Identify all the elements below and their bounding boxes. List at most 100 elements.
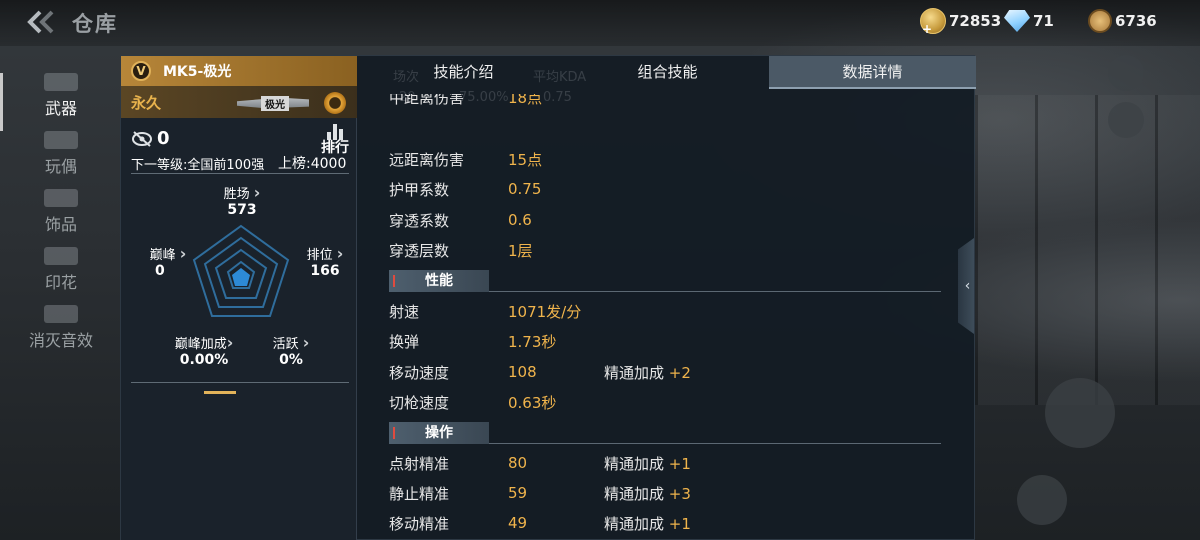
mastery-value: +1 bbox=[668, 514, 691, 533]
bar-chart-icon bbox=[319, 124, 351, 140]
mastery-label: 精通加成 bbox=[604, 454, 665, 473]
weapon-name: MK5-极光 bbox=[163, 64, 232, 80]
background-settings-button bbox=[1108, 55, 1144, 91]
category-label: 印花 bbox=[44, 273, 77, 292]
detail-value: 59 bbox=[508, 484, 528, 502]
detail-row: 射速 1071发/分 bbox=[389, 301, 604, 321]
weapon-detail-dialog: V MK5-极光 永久 极光 0 排行 下一等级:全国前100强 上榜:4000… bbox=[120, 55, 976, 540]
chevron-right-icon: › bbox=[336, 244, 344, 263]
detail-value: 15点 bbox=[508, 150, 543, 169]
page-indicator bbox=[204, 391, 236, 394]
stat-activity[interactable]: 活跃 › 0% bbox=[261, 333, 321, 368]
leaderboard-threshold: 上榜:4000 bbox=[278, 156, 347, 172]
detail-label: 静止精准 bbox=[389, 484, 450, 503]
tab-skill-intro[interactable]: 技能介绍 bbox=[361, 56, 566, 89]
detail-value: 0.63秒 bbox=[508, 393, 557, 412]
stat-value: 0.00% bbox=[179, 352, 229, 368]
active-indicator bbox=[0, 73, 3, 131]
collapse-panel-button[interactable]: ‹ bbox=[958, 238, 974, 334]
divider bbox=[131, 382, 349, 383]
mastery-bonus: 精通加成 +1 bbox=[604, 513, 691, 534]
stat-label: 巅峰加成 bbox=[174, 337, 227, 352]
mastery-label: 精通加成 bbox=[604, 514, 665, 533]
category-item-stickers[interactable]: 印花 bbox=[10, 247, 112, 293]
section-header-operation: 操作 bbox=[389, 422, 941, 444]
detail-row: 护甲系数 0.75 bbox=[389, 179, 604, 199]
sticker-icon bbox=[44, 247, 78, 265]
detail-label: 穿透系数 bbox=[389, 211, 450, 230]
diamond-currency[interactable]: 71 bbox=[1004, 8, 1054, 34]
background-reload-button bbox=[1017, 475, 1067, 525]
medal-currency[interactable]: 6736 bbox=[1088, 8, 1157, 34]
rifle-icon bbox=[44, 73, 78, 91]
stat-peak-bonus[interactable]: 巅峰加成› 0.00% bbox=[169, 333, 239, 368]
section-header-performance: 性能 bbox=[389, 270, 941, 292]
ornament-icon bbox=[44, 189, 78, 207]
detail-row: 静止精准 59 精通加成 +3 bbox=[389, 483, 691, 503]
stat-peak[interactable]: 巅峰 › 0 bbox=[143, 244, 193, 279]
gold-amount: 72853 bbox=[949, 12, 1002, 30]
stat-value: 166 bbox=[310, 263, 340, 279]
mastery-value: +1 bbox=[668, 454, 691, 473]
detail-value: 0.75 bbox=[508, 180, 542, 198]
detail-value: 49 bbox=[508, 514, 528, 532]
category-item-dolls[interactable]: 玩偶 bbox=[10, 131, 112, 177]
detail-label: 远距离伤害 bbox=[389, 150, 465, 169]
detail-label: 护甲系数 bbox=[389, 180, 450, 199]
detail-row: 中距离伤害 18点 bbox=[389, 94, 604, 107]
detail-label: 穿透层数 bbox=[389, 241, 450, 260]
stat-rank[interactable]: 排位 › 166 bbox=[297, 244, 353, 279]
detail-row: 移动精准 49 精通加成 +1 bbox=[389, 513, 691, 533]
stat-label: 活跃 bbox=[272, 337, 299, 352]
detail-row: 穿透层数 1层 bbox=[389, 240, 604, 260]
gold-medal-icon[interactable] bbox=[324, 92, 346, 114]
stat-value: 0% bbox=[279, 352, 303, 368]
gun-skin-tag: 极光 bbox=[261, 96, 289, 111]
chevron-right-icon: › bbox=[226, 333, 234, 352]
leaderboard-button[interactable]: 排行 bbox=[319, 124, 351, 156]
background-1p-button bbox=[1108, 102, 1144, 138]
detail-value: 108 bbox=[508, 363, 537, 381]
detail-value: 80 bbox=[508, 454, 528, 472]
background-target-area bbox=[975, 95, 1200, 405]
stat-label: 排位 bbox=[306, 248, 333, 263]
detail-value: 18点 bbox=[508, 94, 543, 107]
v-badge-icon: V bbox=[131, 61, 151, 81]
stat-value: 0 bbox=[155, 263, 165, 279]
chevron-right-icon: › bbox=[302, 333, 310, 352]
category-label: 饰品 bbox=[44, 215, 77, 234]
category-item-kill-sounds[interactable]: 消灭音效 bbox=[10, 305, 112, 351]
chevron-right-icon: › bbox=[253, 183, 261, 202]
category-item-weapons[interactable]: 武器 bbox=[0, 73, 112, 131]
data-details-panel[interactable]: 中距离伤害 18点 远距离伤害 15点 护甲系数 0.75 穿透系数 0.6 穿… bbox=[361, 94, 976, 540]
stat-label: 巅峰 bbox=[149, 248, 176, 263]
section-title: 性能 bbox=[389, 270, 489, 292]
detail-row: 远距离伤害 15点 bbox=[389, 149, 604, 169]
next-tier-text: 下一等级:全国前100强 bbox=[131, 158, 265, 173]
mastery-bonus: 精通加成 +2 bbox=[604, 362, 691, 383]
category-item-ornaments[interactable]: 饰品 bbox=[10, 189, 112, 235]
mastery-bonus: 精通加成 +1 bbox=[604, 453, 691, 474]
section-title: 操作 bbox=[389, 422, 489, 444]
detail-row: 换弹 1.73秒 bbox=[389, 331, 604, 351]
detail-label: 移动速度 bbox=[389, 363, 450, 382]
medal-amount: 6736 bbox=[1115, 12, 1157, 30]
category-label: 武器 bbox=[44, 99, 77, 118]
medal-icon bbox=[1088, 9, 1112, 33]
back-button[interactable] bbox=[26, 10, 60, 36]
detail-value: 1071发/分 bbox=[508, 302, 582, 321]
stat-wins[interactable]: 胜场 › 573 bbox=[217, 183, 267, 218]
rank-row: 0 bbox=[131, 128, 170, 149]
background-fire-button bbox=[1045, 378, 1115, 448]
gold-currency[interactable]: 72853 bbox=[920, 8, 1002, 36]
detail-label: 切枪速度 bbox=[389, 393, 450, 412]
detail-row: 切枪速度 0.63秒 bbox=[389, 392, 604, 412]
stat-value: 573 bbox=[227, 202, 257, 218]
weapon-card: V MK5-极光 永久 极光 0 排行 下一等级:全国前100强 上榜:4000… bbox=[121, 56, 357, 540]
mastery-value: +2 bbox=[668, 363, 691, 382]
tab-data-details[interactable]: 数据详情 bbox=[769, 56, 976, 89]
weapon-card-header: V MK5-极光 bbox=[121, 56, 357, 86]
detail-label: 换弹 bbox=[389, 332, 420, 351]
tab-combo-skills[interactable]: 组合技能 bbox=[566, 56, 769, 89]
doll-icon bbox=[44, 131, 78, 149]
